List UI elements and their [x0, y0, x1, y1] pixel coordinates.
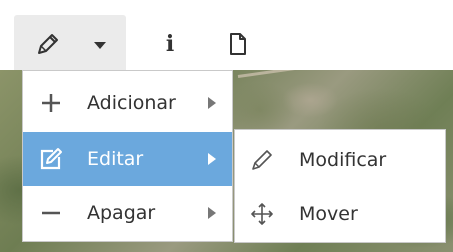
chevron-right-icon	[208, 97, 216, 109]
edit-dropdown-toggle[interactable]	[84, 30, 116, 60]
menu-item-label: Adicionar	[87, 92, 176, 114]
submenu-item-label: Mover	[299, 203, 358, 225]
info-icon: i	[165, 31, 175, 57]
pencil-icon	[247, 145, 277, 175]
edit-submenu: Modificar Mover	[234, 129, 446, 243]
minus-icon	[37, 199, 65, 227]
edit-tool-button[interactable]	[26, 26, 70, 62]
submenu-item-label: Modificar	[299, 149, 387, 171]
menu-item-adicionar[interactable]: Adicionar	[23, 76, 232, 130]
toolbar: i	[0, 0, 453, 70]
submenu-item-modificar[interactable]: Modificar	[235, 134, 445, 186]
edit-dropdown-menu: Adicionar Editar Apagar	[22, 70, 233, 242]
menu-item-editar[interactable]: Editar	[23, 132, 232, 186]
edit-square-icon	[37, 145, 65, 173]
chevron-right-icon	[208, 207, 216, 219]
info-button[interactable]: i	[150, 26, 190, 62]
file-icon	[230, 33, 246, 55]
menu-item-apagar[interactable]: Apagar	[23, 186, 232, 240]
menu-item-label: Editar	[87, 148, 144, 170]
pencil-icon	[38, 34, 58, 54]
plus-icon	[37, 89, 65, 117]
file-button[interactable]	[218, 26, 258, 62]
chevron-right-icon	[208, 153, 216, 165]
menu-item-label: Apagar	[87, 202, 156, 224]
submenu-item-mover[interactable]: Mover	[235, 188, 445, 240]
move-arrows-icon	[247, 199, 277, 229]
caret-down-icon	[94, 42, 106, 49]
